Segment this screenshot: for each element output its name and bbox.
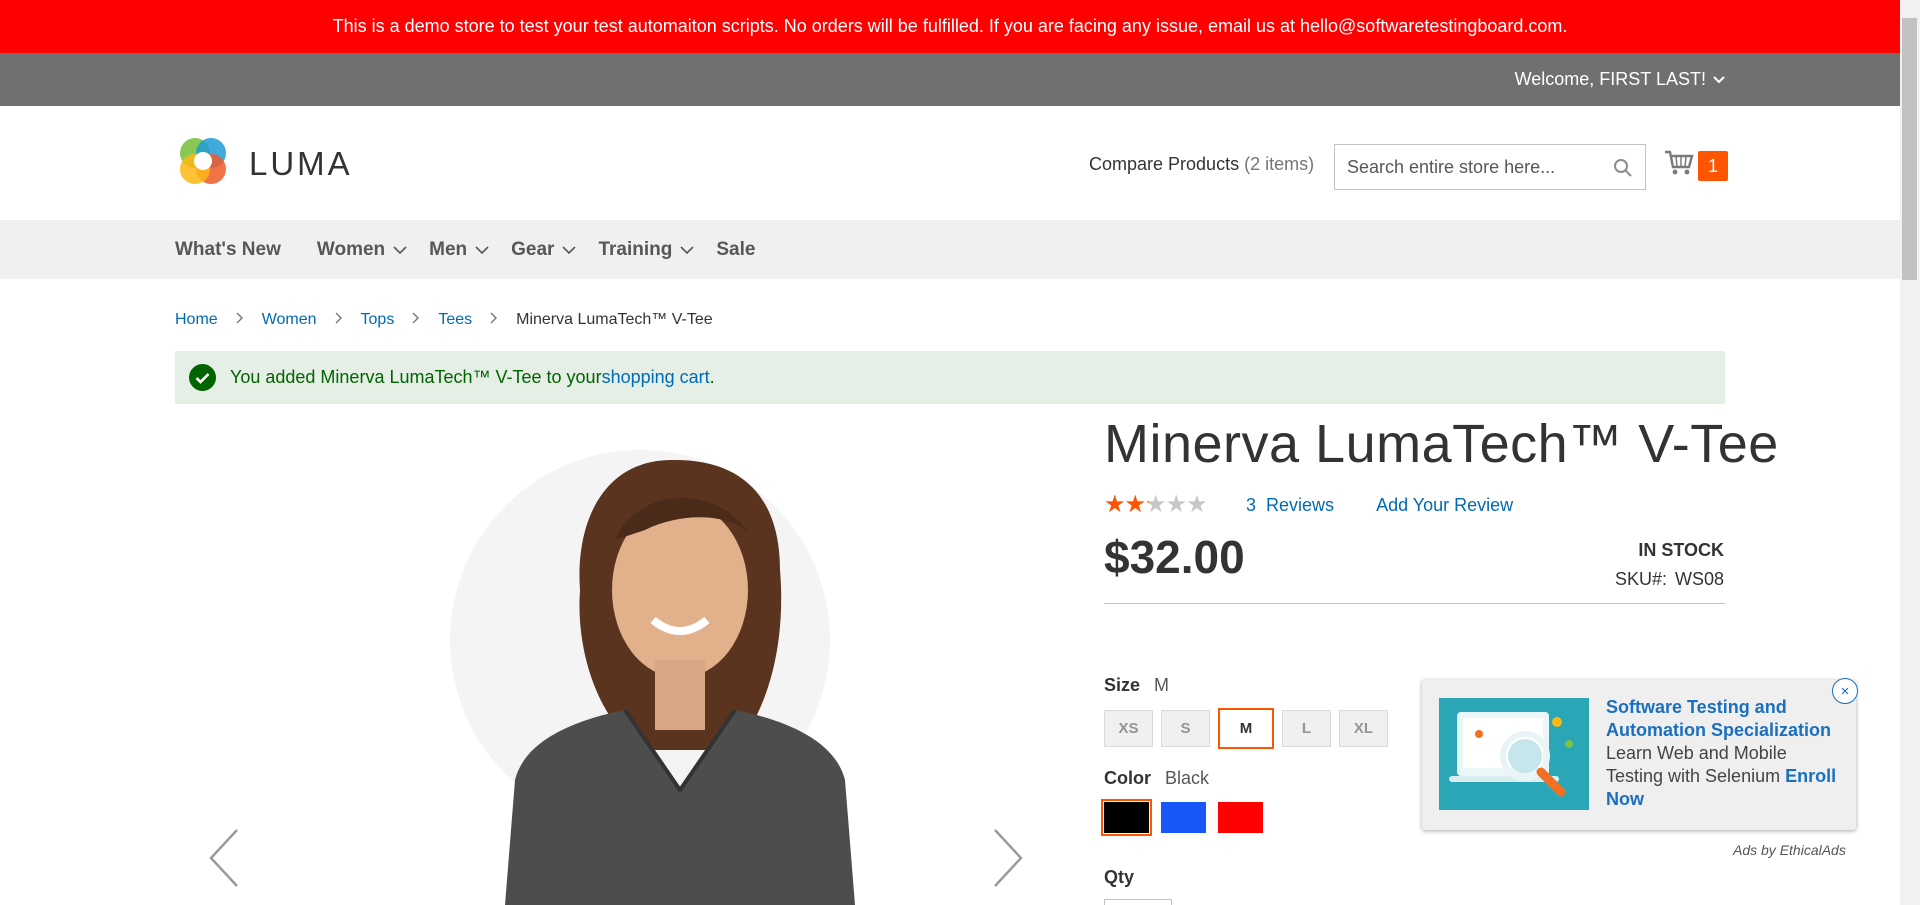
success-message-text: You added Minerva LumaTech™ V-Tee to you… bbox=[230, 367, 602, 387]
chevron-right-icon bbox=[412, 311, 420, 329]
chevron-right-icon bbox=[236, 311, 244, 329]
minicart-button[interactable]: 1 bbox=[1664, 149, 1728, 182]
scrollbar-thumb[interactable] bbox=[1902, 18, 1917, 280]
gallery-prev-arrow[interactable] bbox=[208, 828, 240, 893]
chevron-down-icon bbox=[562, 239, 577, 261]
qty-label: Qty bbox=[1104, 867, 1135, 887]
nav-item-women[interactable]: Women bbox=[317, 239, 407, 261]
breadcrumb-tops[interactable]: Tops bbox=[361, 311, 395, 329]
sku-value: WS08 bbox=[1674, 569, 1724, 589]
welcome-text: Welcome, FIRST LAST! bbox=[1514, 69, 1706, 89]
chevron-right-icon bbox=[490, 311, 498, 329]
qty-input[interactable] bbox=[1104, 899, 1172, 905]
chevron-down-icon bbox=[475, 239, 489, 261]
color-label: Color bbox=[1104, 768, 1151, 788]
product-photo bbox=[450, 450, 855, 905]
color-selected-value: Black bbox=[1165, 768, 1210, 788]
nav-label: Men bbox=[429, 238, 468, 260]
reviews-link[interactable]: 3 Reviews bbox=[1246, 495, 1334, 516]
store-logo[interactable]: LUMA bbox=[175, 133, 353, 194]
compare-label: Compare Products bbox=[1089, 154, 1240, 174]
sku-label: SKU#: bbox=[1614, 569, 1667, 589]
cart-icon bbox=[1664, 149, 1694, 182]
size-option-s[interactable]: S bbox=[1161, 710, 1210, 747]
gallery-next-arrow[interactable] bbox=[992, 828, 1024, 893]
color-swatch-red[interactable] bbox=[1218, 802, 1263, 833]
compare-products-link[interactable]: Compare Products (2 items) bbox=[1089, 154, 1314, 175]
breadcrumb-current: Minerva LumaTech™ V-Tee bbox=[516, 311, 713, 328]
ad-body: Learn Web and Mobile Testing with Seleni… bbox=[1606, 743, 1787, 786]
shopping-cart-link[interactable]: shopping cart bbox=[602, 367, 710, 388]
logo-text: LUMA bbox=[249, 144, 353, 182]
nav-label: Sale bbox=[716, 238, 756, 260]
nav-label: Training bbox=[598, 238, 673, 260]
ads-by-ethicalads[interactable]: Ads by EthicalAds bbox=[1733, 842, 1846, 858]
size-label: Size bbox=[1104, 675, 1141, 695]
product-rating: ★★★★★ ★★★★★ 3 Reviews Add Your Review bbox=[1104, 493, 1513, 517]
success-message: You added Minerva LumaTech™ V-Tee to you… bbox=[175, 351, 1725, 404]
nav-label: Women bbox=[316, 238, 386, 260]
search-icon[interactable] bbox=[1613, 158, 1633, 183]
size-option-l[interactable]: L bbox=[1282, 710, 1331, 747]
divider bbox=[1104, 603, 1725, 604]
nav-item-sale[interactable]: Sale bbox=[716, 239, 755, 261]
size-option-m[interactable]: M bbox=[1218, 708, 1274, 749]
product-price: $32.00 bbox=[1104, 531, 1245, 583]
product-image-gallery bbox=[175, 420, 1055, 905]
chevron-right-icon bbox=[335, 311, 343, 329]
rating-stars-filled: ★★★★★ bbox=[1104, 493, 1149, 517]
nav-label: Gear bbox=[511, 238, 555, 260]
nav-item-men[interactable]: Men bbox=[429, 239, 489, 261]
search-box bbox=[1334, 144, 1646, 190]
size-attribute-label: Size M bbox=[1104, 675, 1169, 696]
search-input[interactable] bbox=[1335, 145, 1605, 189]
luma-logo-icon bbox=[175, 133, 231, 194]
nav-label: What's New bbox=[175, 238, 281, 260]
color-swatch-black[interactable] bbox=[1101, 799, 1152, 836]
ad-image[interactable] bbox=[1439, 698, 1589, 810]
header-panel: Welcome, FIRST LAST! bbox=[0, 53, 1900, 106]
color-options bbox=[1101, 799, 1263, 836]
site-header: LUMA Compare Products (2 items) 1 bbox=[0, 106, 1900, 220]
chevron-down-icon bbox=[1712, 69, 1726, 90]
breadcrumb-home[interactable]: Home bbox=[175, 311, 218, 329]
compare-count: (2 items) bbox=[1244, 154, 1315, 174]
color-swatch-blue[interactable] bbox=[1161, 802, 1206, 833]
nav-item-whats-new[interactable]: What's New bbox=[175, 239, 281, 261]
size-options: XS S M L XL bbox=[1104, 708, 1388, 749]
reviews-count: 3 bbox=[1246, 494, 1257, 515]
size-option-xs[interactable]: XS bbox=[1104, 710, 1153, 747]
demo-notice-text: This is a demo store to test your test a… bbox=[332, 16, 1568, 36]
size-option-xl[interactable]: XL bbox=[1339, 710, 1388, 747]
customer-menu-toggle[interactable]: Welcome, FIRST LAST! bbox=[1515, 53, 1726, 106]
nav-item-training[interactable]: Training bbox=[598, 239, 694, 261]
ad-text[interactable]: Software Testing and Automation Speciali… bbox=[1606, 696, 1846, 811]
color-attribute-label: Color Black bbox=[1104, 768, 1209, 789]
ad-headline[interactable]: Software Testing and Automation Speciali… bbox=[1606, 696, 1846, 742]
nav-item-gear[interactable]: Gear bbox=[511, 238, 577, 261]
breadcrumb-women[interactable]: Women bbox=[262, 311, 317, 329]
ethical-ad[interactable]: Software Testing and Automation Speciali… bbox=[1422, 680, 1856, 830]
chevron-down-icon bbox=[680, 239, 694, 261]
product-sku: SKU#: WS08 bbox=[1615, 569, 1724, 590]
main-navigation: What's New Women Men Gear Training Sale bbox=[0, 220, 1900, 279]
close-icon[interactable]: × bbox=[1832, 678, 1858, 704]
stock-status: In stock bbox=[1638, 540, 1724, 560]
product-title: Minerva LumaTech™ V-Tee bbox=[1104, 414, 1779, 474]
checkmark-icon bbox=[189, 364, 216, 391]
add-review-link[interactable]: Add Your Review bbox=[1376, 495, 1513, 516]
size-selected-value: M bbox=[1154, 675, 1170, 695]
breadcrumb: Home Women Tops Tees Minerva LumaTech™ V… bbox=[175, 311, 713, 329]
demo-notice-banner: This is a demo store to test your test a… bbox=[0, 0, 1900, 53]
success-message-suffix: . bbox=[709, 367, 715, 387]
reviews-label: Reviews bbox=[1266, 494, 1335, 515]
cart-count-badge: 1 bbox=[1698, 150, 1728, 181]
rating-stars: ★★★★★ ★★★★★ bbox=[1104, 493, 1216, 517]
chevron-down-icon bbox=[393, 239, 407, 261]
breadcrumb-tees[interactable]: Tees bbox=[438, 311, 472, 329]
